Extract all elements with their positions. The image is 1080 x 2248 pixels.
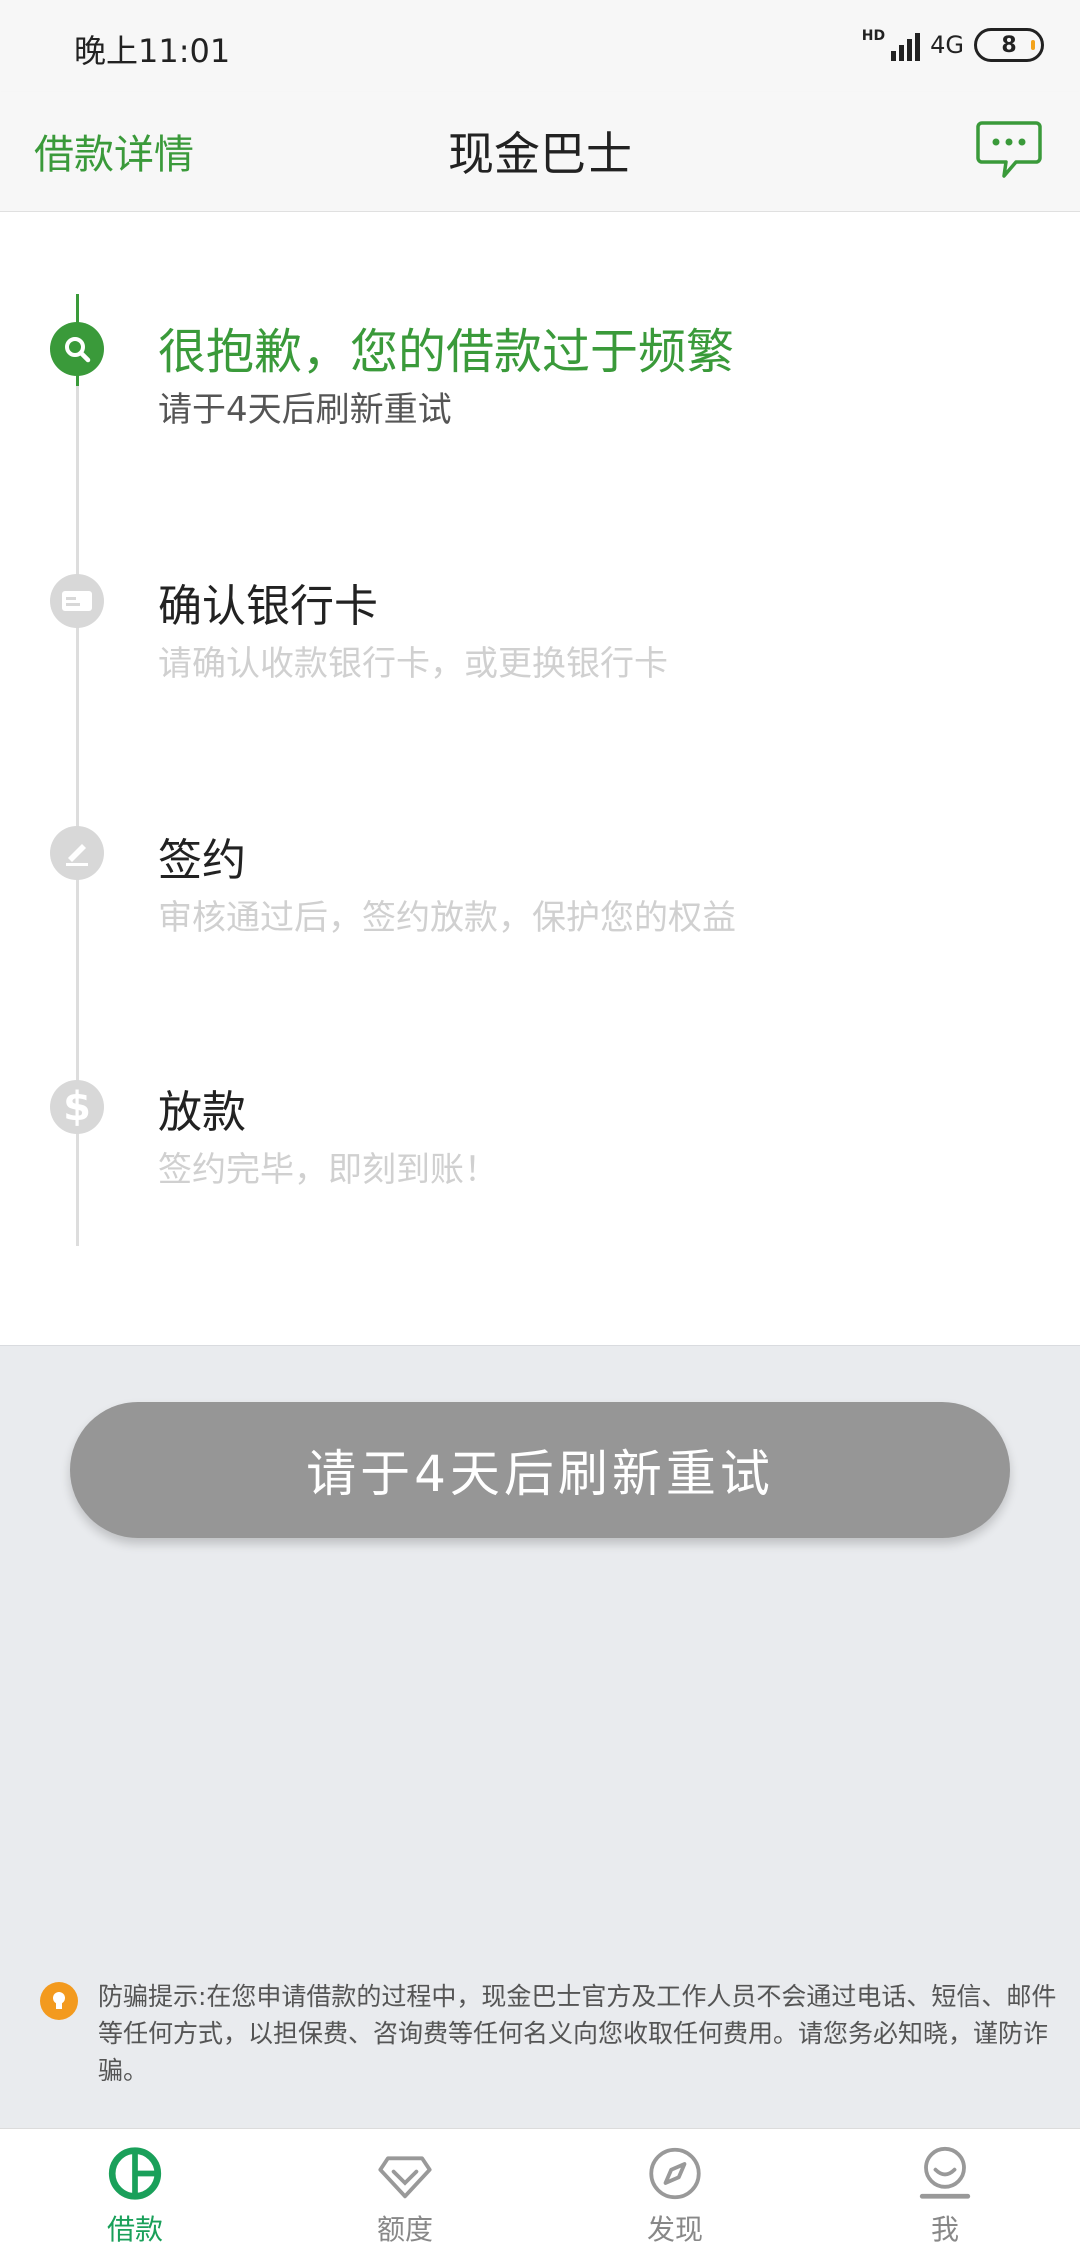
message-button[interactable] bbox=[976, 120, 1042, 178]
network-indicator: 4G bbox=[930, 31, 964, 59]
step-title: 确认银行卡 bbox=[158, 581, 378, 632]
lightbulb-icon bbox=[40, 1982, 78, 2020]
step-title: 签约 bbox=[158, 835, 246, 886]
step-desc: 签约完毕，即刻到账！ bbox=[158, 1150, 498, 1190]
diamond-icon bbox=[378, 2156, 432, 2199]
page-title: 现金巴士 bbox=[448, 127, 632, 181]
profile-icon bbox=[919, 2146, 971, 2199]
step-title: 很抱歉，您的借款过于频繁 bbox=[158, 324, 735, 380]
step-title: 放款 bbox=[158, 1087, 246, 1138]
step-desc: 请确认收款银行卡，或更换银行卡 bbox=[158, 644, 668, 684]
card-icon bbox=[50, 574, 104, 628]
status-icons: HD 4G 8 bbox=[862, 28, 1044, 62]
chat-bubble-icon bbox=[976, 121, 1042, 178]
nav-item-me[interactable]: 我 bbox=[810, 2129, 1080, 2248]
status-time: 晚上11:01 bbox=[74, 32, 231, 70]
warning-text: 防骗提示:在您申请借款的过程中，现金巴士官方及工作人员不会通过电话、短信、邮件等… bbox=[98, 1982, 1057, 2085]
nav-label: 借款 bbox=[106, 2213, 163, 2246]
compass-icon bbox=[649, 2147, 701, 2200]
sign-icon bbox=[50, 826, 104, 880]
app-header: 借款详情 现金巴士 bbox=[0, 92, 1080, 212]
step-desc: 审核通过后，签约放款，保护您的权益 bbox=[158, 898, 736, 938]
nav-label: 发现 bbox=[646, 2213, 703, 2246]
search-icon bbox=[50, 322, 104, 376]
nav-item-quota[interactable]: 额度 bbox=[270, 2129, 540, 2248]
nav-label: 我 bbox=[930, 2213, 959, 2246]
status-bar: 晚上11:01 HD 4G 8 bbox=[0, 0, 1080, 92]
nav-item-discover[interactable]: 发现 bbox=[540, 2129, 810, 2248]
dollar-icon: $ bbox=[50, 1080, 104, 1134]
progress-panel: 很抱歉，您的借款过于频繁 请于4天后刷新重试 确认银行卡 请确认收款银行卡，或更… bbox=[0, 212, 1080, 1346]
battery-level: 8 bbox=[1001, 32, 1017, 58]
nav-item-loan[interactable]: 借款 bbox=[0, 2129, 270, 2248]
step-desc: 请于4天后刷新重试 bbox=[158, 390, 452, 430]
loan-icon bbox=[108, 2147, 162, 2200]
nav-label: 额度 bbox=[376, 2213, 433, 2246]
signal-icon bbox=[891, 29, 921, 61]
hd-indicator: HD bbox=[861, 28, 886, 44]
battery-icon: 8 bbox=[974, 28, 1044, 62]
retry-button[interactable]: 请于4天后刷新重试 bbox=[70, 1402, 1010, 1538]
bottom-nav: 借款 额度 发现 我 bbox=[0, 2128, 1080, 2248]
